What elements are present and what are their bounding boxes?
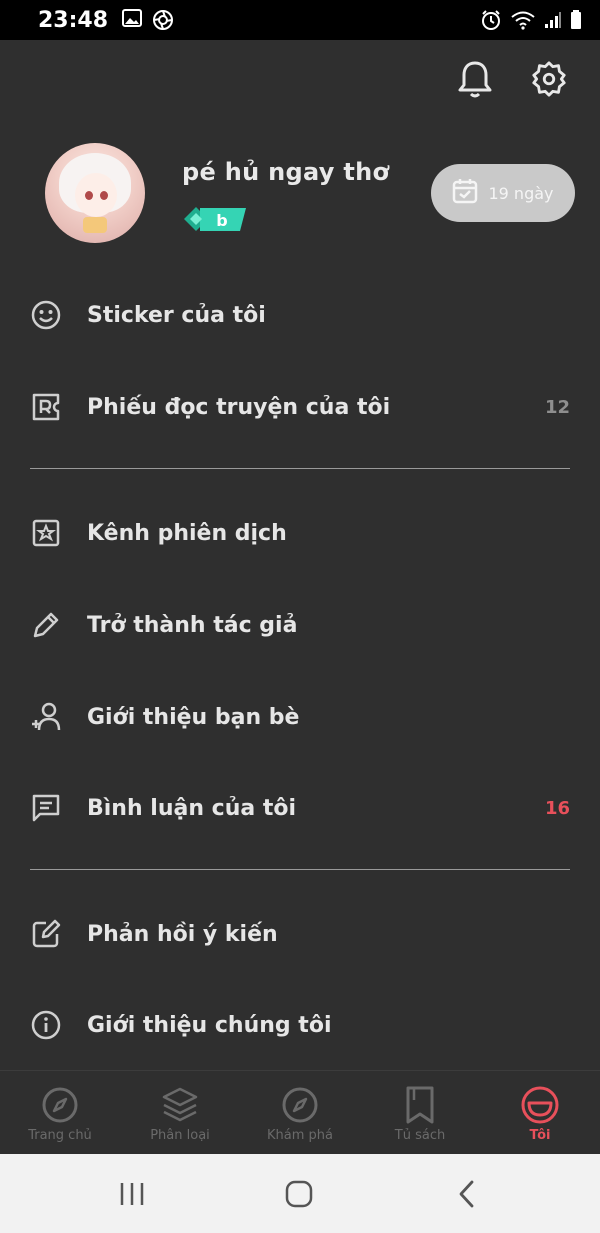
tab-me[interactable]: Tôi <box>480 1071 600 1155</box>
signal-icon <box>544 11 562 29</box>
checkin-label: 19 ngày <box>488 183 554 203</box>
compass-icon <box>40 1085 80 1125</box>
camera-shutter-icon <box>152 9 174 31</box>
menu-item-label: Giới thiệu chúng tôi <box>87 1012 332 1038</box>
menu-item-translator-channel[interactable]: Kênh phiên dịch <box>0 487 600 579</box>
battery-icon <box>570 10 582 30</box>
pencil-icon <box>29 608 63 642</box>
recent-apps-icon[interactable] <box>112 1174 152 1214</box>
wifi-icon <box>510 10 536 30</box>
menu-item-feedback[interactable]: Phản hồi ý kiến <box>0 888 600 980</box>
ticket-count: 12 <box>544 396 570 418</box>
tab-home[interactable]: Trang chủ <box>0 1071 120 1155</box>
layers-icon <box>160 1085 200 1125</box>
calendar-icon <box>452 178 478 209</box>
tab-label: Trang chủ <box>28 1128 92 1143</box>
info-icon <box>29 1008 63 1042</box>
system-nav <box>0 1154 600 1233</box>
comment-count: 16 <box>544 797 570 819</box>
home-icon[interactable] <box>279 1174 319 1214</box>
menu-item-sticker[interactable]: Sticker của tôi <box>0 269 600 361</box>
menu-item-label: Bình luận của tôi <box>87 795 297 821</box>
image-icon <box>122 9 143 31</box>
translator-channel-icon <box>29 516 63 550</box>
profile-icon <box>520 1085 560 1125</box>
status-time: 23:48 <box>38 7 109 33</box>
tab-explore[interactable]: Khám phá <box>240 1071 360 1155</box>
status-bar: 23:48 <box>0 0 600 40</box>
menu-item-about-us[interactable]: Giới thiệu chúng tôi <box>0 979 600 1071</box>
checkin-button[interactable]: 19 ngày <box>431 164 575 222</box>
menu-item-my-comments[interactable]: Bình luận của tôi 16 <box>0 762 600 854</box>
menu-item-label: Phản hồi ý kiến <box>87 921 278 947</box>
bookmark-icon <box>400 1085 440 1125</box>
level-badge: b <box>182 204 248 234</box>
menu-item-label: Giới thiệu bạn bè <box>87 704 300 730</box>
badge-letter: b <box>216 211 227 230</box>
menu-item-invite-friends[interactable]: Giới thiệu bạn bè <box>0 671 600 763</box>
menu-item-become-author[interactable]: Trở thành tác giả <box>0 579 600 671</box>
bell-icon[interactable] <box>456 58 494 100</box>
tab-bookshelf[interactable]: Tủ sách <box>360 1071 480 1155</box>
divider <box>30 869 570 870</box>
menu-item-label: Sticker của tôi <box>87 302 266 328</box>
settings-icon[interactable] <box>530 58 568 100</box>
menu-item-label: Trở thành tác giả <box>87 612 298 638</box>
edit-icon <box>29 917 63 951</box>
smiley-icon <box>29 298 63 332</box>
back-icon[interactable] <box>447 1174 487 1214</box>
menu-item-label: Kênh phiên dịch <box>87 520 287 546</box>
alarm-icon <box>480 9 502 31</box>
avatar[interactable] <box>45 143 145 243</box>
tab-categories[interactable]: Phân loại <box>120 1071 240 1155</box>
compass-icon <box>280 1085 320 1125</box>
menu-item-label: Phiếu đọc truyện của tôi <box>87 394 391 420</box>
tab-label: Phân loại <box>150 1128 210 1143</box>
ticket-r-icon <box>29 390 63 424</box>
tab-label: Tôi <box>529 1128 551 1143</box>
tab-label: Khám phá <box>267 1128 333 1143</box>
comment-icon <box>29 791 63 825</box>
divider <box>30 468 570 469</box>
username: pé hủ ngay thơ <box>182 158 390 186</box>
tab-label: Tủ sách <box>394 1128 446 1143</box>
bottom-nav: Trang chủ Phân loại Khám phá Tủ sách Tôi <box>0 1070 600 1154</box>
add-user-icon <box>29 700 63 734</box>
menu-item-reading-tickets[interactable]: Phiếu đọc truyện của tôi 12 <box>0 361 600 453</box>
